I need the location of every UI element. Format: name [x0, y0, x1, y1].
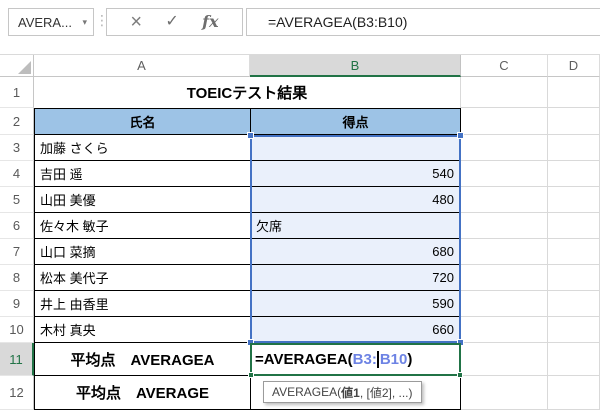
empty-cell-c[interactable] [461, 213, 548, 239]
name-cell[interactable]: 山田 美優 [34, 187, 250, 213]
formula-edit-cell[interactable]: =AVERAGEA(B3: B10) [250, 343, 461, 376]
header-score-cell[interactable]: 得点 [250, 108, 461, 135]
cell-d12[interactable] [548, 376, 600, 410]
name-cell[interactable]: 木村 真央 [34, 317, 250, 343]
row-number[interactable]: 3 [0, 135, 34, 161]
name-box[interactable]: AVERA... ▾ [8, 8, 94, 36]
formula-prefix: =AVERAGEA( [255, 351, 353, 368]
header-name-cell[interactable]: 氏名 [34, 108, 250, 135]
cell-c1[interactable] [461, 77, 548, 108]
function-argument-tooltip: AVERAGEA(値1, [値2], ...) [263, 381, 422, 403]
column-headers: A B C D [0, 55, 600, 77]
empty-cell-d[interactable] [548, 265, 600, 291]
row-number[interactable]: 7 [0, 239, 34, 265]
name-cell[interactable]: 佐々木 敏子 [34, 213, 250, 239]
name-box-caret-icon[interactable]: ▾ [82, 17, 87, 27]
text-cursor [376, 351, 379, 368]
excel-window: AVERA... ▾ ⋮ × ✓ fx =AVERAGEA(B3:B10) A … [0, 0, 600, 410]
empty-cell-c[interactable] [461, 317, 548, 343]
name-cell[interactable]: 松本 美代子 [34, 265, 250, 291]
tooltip-prefix: AVERAGEA( [272, 385, 342, 399]
formula-bar-text: =AVERAGEA(B3:B10) [268, 14, 408, 30]
empty-cell-c[interactable] [461, 291, 548, 317]
row-number[interactable]: 8 [0, 265, 34, 291]
column-header-c[interactable]: C [461, 55, 548, 77]
empty-cell-c[interactable] [461, 239, 548, 265]
table-row: 5 山田 美優 480 [0, 187, 600, 213]
table-row: 10 木村 真央 660 [0, 317, 600, 343]
worksheet: A B C D 1 TOEICテスト結果 2 氏名 得点 3 加藤 さくら 4 吉田 … [0, 55, 600, 410]
cell-c11[interactable] [461, 343, 548, 376]
insert-function-icon[interactable]: fx [202, 14, 218, 30]
cancel-icon[interactable]: × [130, 12, 142, 32]
cell-c2[interactable] [461, 108, 548, 135]
score-cell[interactable] [250, 135, 461, 161]
column-header-a[interactable]: A [34, 55, 250, 77]
formula-ref-after-cursor: B10 [379, 351, 408, 368]
column-header-b[interactable]: B [250, 55, 461, 77]
averagea-label-cell[interactable]: 平均点 AVERAGEA [34, 343, 250, 376]
empty-cell-d[interactable] [548, 135, 600, 161]
select-all-triangle-icon [18, 61, 31, 74]
score-cell[interactable]: 660 [250, 317, 461, 343]
title-row: 1 TOEICテスト結果 [0, 77, 600, 108]
row-number-1[interactable]: 1 [0, 77, 34, 108]
empty-cell-d[interactable] [548, 239, 600, 265]
column-header-d[interactable]: D [548, 55, 600, 77]
table-row: 7 山口 菜摘 680 [0, 239, 600, 265]
table-row: 8 松本 美代子 720 [0, 265, 600, 291]
empty-cell-c[interactable] [461, 187, 548, 213]
row-number[interactable]: 9 [0, 291, 34, 317]
score-cell[interactable]: 680 [250, 239, 461, 265]
row-number-12[interactable]: 12 [0, 376, 34, 410]
score-cell[interactable]: 480 [250, 187, 461, 213]
name-cell[interactable]: 山口 菜摘 [34, 239, 250, 265]
name-box-value: AVERA... [18, 14, 72, 30]
tooltip-arg1: 値1 [341, 385, 360, 400]
table-row: 4 吉田 遥 540 [0, 161, 600, 187]
empty-cell-c[interactable] [461, 135, 548, 161]
table-header-row: 2 氏名 得点 [0, 108, 600, 135]
table-title-cell[interactable]: TOEICテスト結果 [34, 77, 461, 108]
tooltip-rest: , [値2], ...) [359, 385, 413, 400]
empty-cell-c[interactable] [461, 161, 548, 187]
empty-cell-d[interactable] [548, 187, 600, 213]
empty-cell-d[interactable] [548, 317, 600, 343]
formula-buttons: × ✓ fx [106, 8, 243, 36]
cell-d11[interactable] [548, 343, 600, 376]
enter-icon[interactable]: ✓ [165, 14, 178, 30]
score-cell[interactable]: 590 [250, 291, 461, 317]
data-rows: 3 加藤 さくら 4 吉田 遥 540 5 山田 美優 480 6 佐々木 敏子 欠席 7 山口 菜摘 6… [0, 135, 600, 343]
formula-bar-area: AVERA... ▾ ⋮ × ✓ fx =AVERAGEA(B3:B10) [0, 0, 600, 55]
score-cell[interactable]: 720 [250, 265, 461, 291]
name-cell[interactable]: 井上 由香里 [34, 291, 250, 317]
name-cell[interactable]: 吉田 遥 [34, 161, 250, 187]
select-all-corner[interactable] [0, 55, 34, 77]
score-cell[interactable]: 欠席 [250, 213, 461, 239]
row-number[interactable]: 4 [0, 161, 34, 187]
average-label-cell[interactable]: 平均点 AVERAGE [34, 376, 250, 410]
empty-cell-c[interactable] [461, 265, 548, 291]
row-number-2[interactable]: 2 [0, 108, 34, 135]
name-cell[interactable]: 加藤 さくら [34, 135, 250, 161]
row-number-11[interactable]: 11 [0, 343, 34, 376]
table-row: 6 佐々木 敏子 欠席 [0, 213, 600, 239]
row-number[interactable]: 10 [0, 317, 34, 343]
table-row: 9 井上 由香里 590 [0, 291, 600, 317]
empty-cell-d[interactable] [548, 213, 600, 239]
table-row: 3 加藤 さくら [0, 135, 600, 161]
formula-ref-before-cursor: B3: [352, 351, 377, 368]
cell-d2[interactable] [548, 108, 600, 135]
formula-suffix: ) [407, 351, 413, 368]
row-number[interactable]: 6 [0, 213, 34, 239]
cell-c12[interactable] [461, 376, 548, 410]
formula-bar-input[interactable]: =AVERAGEA(B3:B10) [246, 8, 600, 36]
averagea-row: 11 平均点 AVERAGEA =AVERAGEA(B3: B10) [0, 343, 600, 376]
empty-cell-d[interactable] [548, 291, 600, 317]
score-cell[interactable]: 540 [250, 161, 461, 187]
cell-d1[interactable] [548, 77, 600, 108]
empty-cell-d[interactable] [548, 161, 600, 187]
row-number[interactable]: 5 [0, 187, 34, 213]
